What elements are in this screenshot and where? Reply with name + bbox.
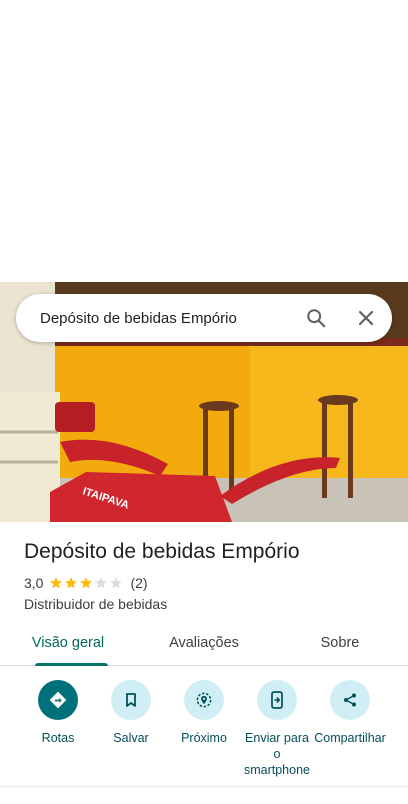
search-input[interactable]: Depósito de bebidas Empório: [40, 310, 298, 327]
save-button[interactable]: Salvar: [93, 680, 169, 746]
directions-button[interactable]: Rotas: [20, 680, 96, 746]
close-icon[interactable]: [348, 300, 384, 336]
nearby-icon: [184, 680, 224, 720]
star-filled-icon: [80, 577, 93, 589]
map-area-blank: [0, 0, 408, 282]
divider: [0, 786, 408, 787]
tab-overview[interactable]: Visão geral: [0, 626, 136, 666]
share-icon: [330, 680, 370, 720]
tab-about[interactable]: Sobre: [272, 626, 408, 665]
rating-stars: [49, 576, 124, 590]
star-filled-icon: [65, 577, 78, 589]
bookmark-icon: [111, 680, 151, 720]
directions-label: Rotas: [41, 731, 75, 745]
share-label: Compartilhar: [314, 731, 386, 745]
directions-icon: [38, 680, 78, 720]
save-label: Salvar: [113, 731, 149, 745]
nearby-button[interactable]: Próximo: [166, 680, 242, 746]
review-count[interactable]: (2): [130, 575, 147, 591]
nearby-label: Próximo: [181, 731, 227, 745]
search-bar[interactable]: Depósito de bebidas Empório: [16, 294, 392, 342]
tab-reviews[interactable]: Avaliações: [136, 626, 272, 665]
rating-row[interactable]: 3,0 (2): [24, 575, 148, 591]
place-title: Depósito de bebidas Empório: [24, 540, 300, 563]
rating-value: 3,0: [24, 575, 44, 591]
search-icon[interactable]: [298, 300, 334, 336]
send-to-phone-button[interactable]: Enviar para o smartphone: [239, 680, 315, 778]
place-category: Distribuidor de bebidas: [24, 596, 168, 612]
action-buttons: Rotas Salvar Próximo Enviar para o smart…: [0, 680, 408, 784]
star-filled-icon: [50, 577, 63, 589]
star-empty-icon: [110, 577, 123, 589]
share-button[interactable]: Compartilhar: [312, 680, 388, 746]
tab-bar: Visão geral Avaliações Sobre: [0, 626, 408, 666]
send-to-phone-label: Enviar para o smartphone: [243, 731, 310, 777]
send-to-phone-icon: [257, 680, 297, 720]
star-empty-icon: [95, 577, 108, 589]
